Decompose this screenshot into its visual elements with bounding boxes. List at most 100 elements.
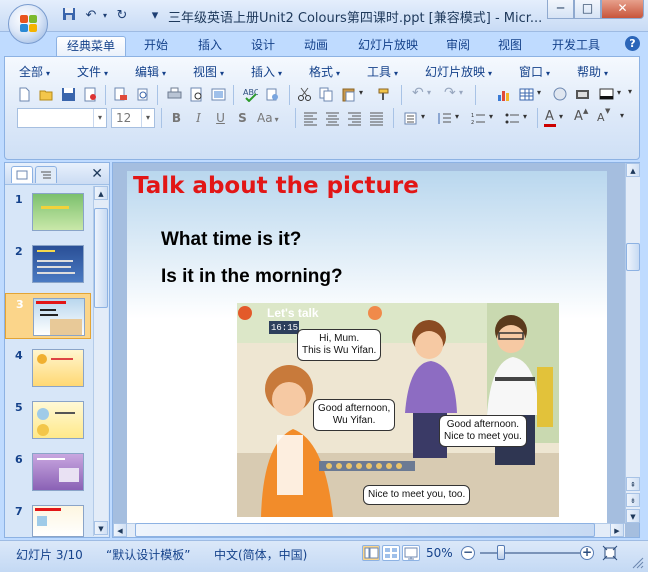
scroll-down-icon[interactable]: ▼ — [94, 521, 108, 535]
font-name-select[interactable]: ▾ — [17, 108, 107, 128]
bold-button[interactable]: B — [167, 109, 186, 128]
more-format-icon[interactable]: ▾ — [615, 109, 635, 128]
undo-dropdown-icon[interactable]: ▾ — [96, 7, 114, 25]
print-preview-icon[interactable] — [187, 85, 206, 104]
slide-sorter-view-icon[interactable] — [382, 545, 400, 561]
text-direction-icon[interactable]: ▾ — [401, 109, 431, 128]
slide-canvas[interactable]: Talk about the picture What time is it? … — [127, 171, 607, 523]
menu-all[interactable]: 全部 ▾ — [19, 63, 50, 80]
change-case-button[interactable]: Aa ▾ — [255, 109, 289, 128]
tab-classic-menu[interactable]: 经典菜单 — [56, 36, 126, 56]
menu-insert[interactable]: 插入 ▾ — [251, 63, 282, 80]
bullets-icon[interactable]: ▾ — [503, 109, 533, 128]
numbering-icon[interactable]: 1 2 ▾ — [469, 109, 499, 128]
slide-thumbnail[interactable]: 6 — [5, 449, 91, 495]
align-left-icon[interactable] — [301, 109, 320, 128]
maximize-button[interactable]: □ — [574, 0, 601, 19]
font-color-button[interactable]: A ▾ — [541, 109, 569, 128]
shrink-font-button[interactable]: A ▼ — [593, 107, 612, 128]
more-tools-icon[interactable]: ▾ — [627, 85, 637, 104]
color-display-icon[interactable]: ▾ — [597, 85, 627, 104]
open-icon[interactable] — [37, 85, 56, 104]
scroll-up-icon[interactable]: ▲ — [626, 163, 640, 177]
line-spacing-icon[interactable]: ▾ — [435, 109, 465, 128]
cut-icon[interactable] — [295, 85, 314, 104]
resize-grip-icon[interactable] — [630, 555, 644, 569]
tab-design[interactable]: 设计 — [243, 36, 283, 56]
insert-chart-icon[interactable] — [495, 85, 514, 104]
slide-horizontal-scrollbar[interactable]: ◀ ▶ — [113, 523, 625, 537]
menu-view[interactable]: 视图 ▾ — [193, 63, 224, 80]
slideshow-view-icon[interactable] — [402, 545, 420, 561]
previous-slide-icon[interactable]: ⇞ — [626, 477, 640, 491]
align-right-icon[interactable] — [345, 109, 364, 128]
slide-title[interactable]: Talk about the picture — [133, 173, 419, 199]
attach-icon[interactable] — [133, 85, 152, 104]
tab-developer[interactable]: 开发工具 — [546, 36, 606, 56]
zoom-out-button[interactable]: − — [461, 546, 475, 560]
menu-format[interactable]: 格式 ▾ — [309, 63, 340, 80]
spelling-icon[interactable]: ABC — [241, 85, 260, 104]
scroll-up-icon[interactable]: ▲ — [94, 186, 108, 200]
customize-quick-access-icon[interactable]: ▾ — [146, 7, 164, 25]
slide-thumbnail[interactable]: 5 — [5, 397, 91, 443]
outline-tab-icon[interactable] — [35, 166, 57, 183]
language-indicator[interactable]: 中文(简体，中国) — [214, 546, 307, 563]
menu-help[interactable]: 帮助 ▾ — [577, 63, 608, 80]
thumbnail-scrollbar[interactable]: ▲ ▼ — [93, 186, 108, 536]
font-size-select[interactable]: 12 ▾ — [111, 108, 155, 128]
slide-thumbnail[interactable]: 1 — [5, 189, 91, 235]
tab-home[interactable]: 开始 — [136, 36, 176, 56]
slide-thumbnail[interactable]: 7 — [5, 501, 91, 537]
research-icon[interactable] — [263, 85, 282, 104]
question-morning[interactable]: Is it in the morning? — [161, 266, 343, 288]
shadow-button[interactable]: S — [233, 109, 252, 128]
help-icon[interactable]: ? — [625, 36, 640, 51]
scrollbar-thumb[interactable] — [94, 208, 108, 308]
zoom-level[interactable]: 50% — [426, 546, 453, 560]
zoom-slider[interactable] — [480, 552, 582, 554]
menu-file[interactable]: 文件 ▾ — [77, 63, 108, 80]
menu-slideshow[interactable]: 幻灯片放映 ▾ — [425, 63, 492, 80]
paste-icon[interactable]: ▾ — [339, 85, 369, 104]
office-button[interactable] — [8, 4, 48, 44]
slide-thumbnail[interactable]: 4 — [5, 345, 91, 391]
grow-font-button[interactable]: A ▲ — [571, 107, 590, 128]
scroll-down-icon[interactable]: ▼ — [626, 509, 640, 523]
insert-table-icon[interactable]: ▾ — [517, 85, 547, 104]
slide-view-icon[interactable] — [209, 85, 228, 104]
scroll-left-icon[interactable]: ◀ — [113, 523, 127, 537]
slide-thumbnail-selected[interactable]: 3 — [5, 293, 91, 339]
save-file-icon[interactable] — [59, 85, 78, 104]
menu-edit[interactable]: 编辑 ▾ — [135, 63, 166, 80]
slide-thumbnail[interactable]: 2 — [5, 241, 91, 287]
tab-view[interactable]: 视图 — [490, 36, 530, 56]
minimize-button[interactable]: ─ — [547, 0, 574, 19]
format-painter-icon[interactable] — [375, 85, 394, 104]
print-icon[interactable] — [165, 85, 184, 104]
question-time[interactable]: What time is it? — [161, 229, 301, 251]
tab-animation[interactable]: 动画 — [296, 36, 336, 56]
permission-icon[interactable] — [81, 85, 100, 104]
redo-toolbar-icon[interactable]: ↷ ▾ — [441, 85, 469, 104]
align-center-icon[interactable] — [323, 109, 342, 128]
scrollbar-thumb[interactable] — [626, 243, 640, 271]
justify-icon[interactable] — [367, 109, 386, 128]
scrollbar-thumb[interactable] — [135, 523, 595, 537]
italic-button[interactable]: I — [189, 109, 208, 128]
normal-view-icon[interactable] — [362, 545, 380, 561]
close-panel-icon[interactable]: ✕ — [91, 166, 103, 182]
tab-insert[interactable]: 插入 — [190, 36, 230, 56]
slides-tab-icon[interactable] — [11, 166, 33, 183]
menu-tools[interactable]: 工具 ▾ — [367, 63, 398, 80]
close-button[interactable]: ✕ — [601, 0, 644, 19]
zoom-in-button[interactable]: + — [580, 546, 594, 560]
undo-toolbar-icon[interactable]: ↶ ▾ — [409, 85, 437, 104]
copy-icon[interactable] — [317, 85, 336, 104]
slide-vertical-scrollbar[interactable]: ▲ ⇞ ⇟ ▼ — [625, 163, 640, 523]
next-slide-icon[interactable]: ⇟ — [626, 493, 640, 507]
save-icon[interactable] — [60, 7, 78, 25]
redo-icon[interactable]: ↻ — [113, 7, 131, 25]
lets-talk-picture[interactable]: Let's talk 16:15 Hi, Mum. This is Wu Yif… — [237, 303, 559, 517]
menu-window[interactable]: 窗口 ▾ — [519, 63, 550, 80]
